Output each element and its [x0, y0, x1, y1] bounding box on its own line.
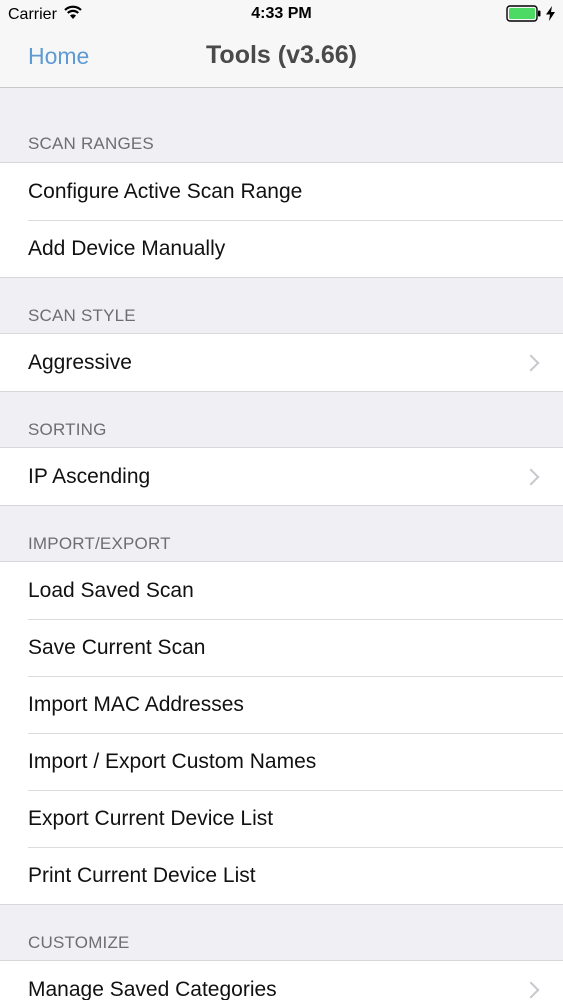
group-scan-style: Aggressive — [0, 333, 563, 392]
row-label: Manage Saved Categories — [28, 977, 277, 1000]
group-scan-ranges: Configure Active Scan Range Add Device M… — [0, 162, 563, 278]
status-bar: Carrier 4:33 PM — [0, 0, 563, 30]
row-label: Aggressive — [28, 350, 132, 374]
navigation-bar: Home Tools (v3.66) — [0, 30, 563, 88]
configure-active-scan-range-row[interactable]: Configure Active Scan Range — [0, 163, 563, 220]
group-import-export: Load Saved Scan Save Current Scan Import… — [0, 561, 563, 905]
manage-saved-categories-row[interactable]: Manage Saved Categories — [0, 961, 563, 1000]
row-label: IP Ascending — [28, 464, 151, 488]
page-title: Tools (v3.66) — [206, 41, 357, 69]
export-current-device-list-row[interactable]: Export Current Device List — [0, 790, 563, 847]
import-export-custom-names-row[interactable]: Import / Export Custom Names — [0, 733, 563, 790]
section-header-sorting: SORTING — [28, 420, 107, 439]
row-label: Save Current Scan — [28, 635, 206, 659]
import-mac-addresses-row[interactable]: Import MAC Addresses — [0, 676, 563, 733]
status-right-group — [506, 5, 555, 27]
row-label: Configure Active Scan Range — [28, 179, 303, 203]
add-device-manually-row[interactable]: Add Device Manually — [0, 220, 563, 277]
row-label: Load Saved Scan — [28, 578, 194, 602]
tools-list[interactable]: SCAN RANGES Configure Active Scan Range … — [0, 88, 563, 1000]
print-current-device-list-row[interactable]: Print Current Device List — [0, 847, 563, 904]
charging-bolt-icon — [546, 6, 555, 26]
section-header-scan-ranges: SCAN RANGES — [28, 134, 154, 153]
row-label: Import MAC Addresses — [28, 692, 244, 716]
chevron-right-icon — [522, 981, 540, 998]
row-label: Add Device Manually — [28, 236, 226, 260]
group-customize: Manage Saved Categories — [0, 960, 563, 1000]
section-header-scan-style: SCAN STYLE — [28, 306, 136, 325]
section-header-customize: CUSTOMIZE — [28, 933, 130, 952]
row-label: Import / Export Custom Names — [28, 749, 317, 773]
section-header-import-export: IMPORT/EXPORT — [28, 534, 171, 553]
battery-icon — [506, 5, 542, 27]
status-time: 4:33 PM — [251, 5, 312, 22]
load-saved-scan-row[interactable]: Load Saved Scan — [0, 562, 563, 619]
row-label: Print Current Device List — [28, 863, 256, 887]
chevron-right-icon — [522, 354, 540, 371]
app-screen: Carrier 4:33 PM Home Tools (v3.66) SCAN … — [0, 0, 563, 1000]
chevron-right-icon — [522, 468, 540, 485]
row-label: Export Current Device List — [28, 806, 274, 830]
group-sorting: IP Ascending — [0, 447, 563, 506]
save-current-scan-row[interactable]: Save Current Scan — [0, 619, 563, 676]
sorting-ip-ascending-row[interactable]: IP Ascending — [0, 448, 563, 505]
scan-style-aggressive-row[interactable]: Aggressive — [0, 334, 563, 391]
